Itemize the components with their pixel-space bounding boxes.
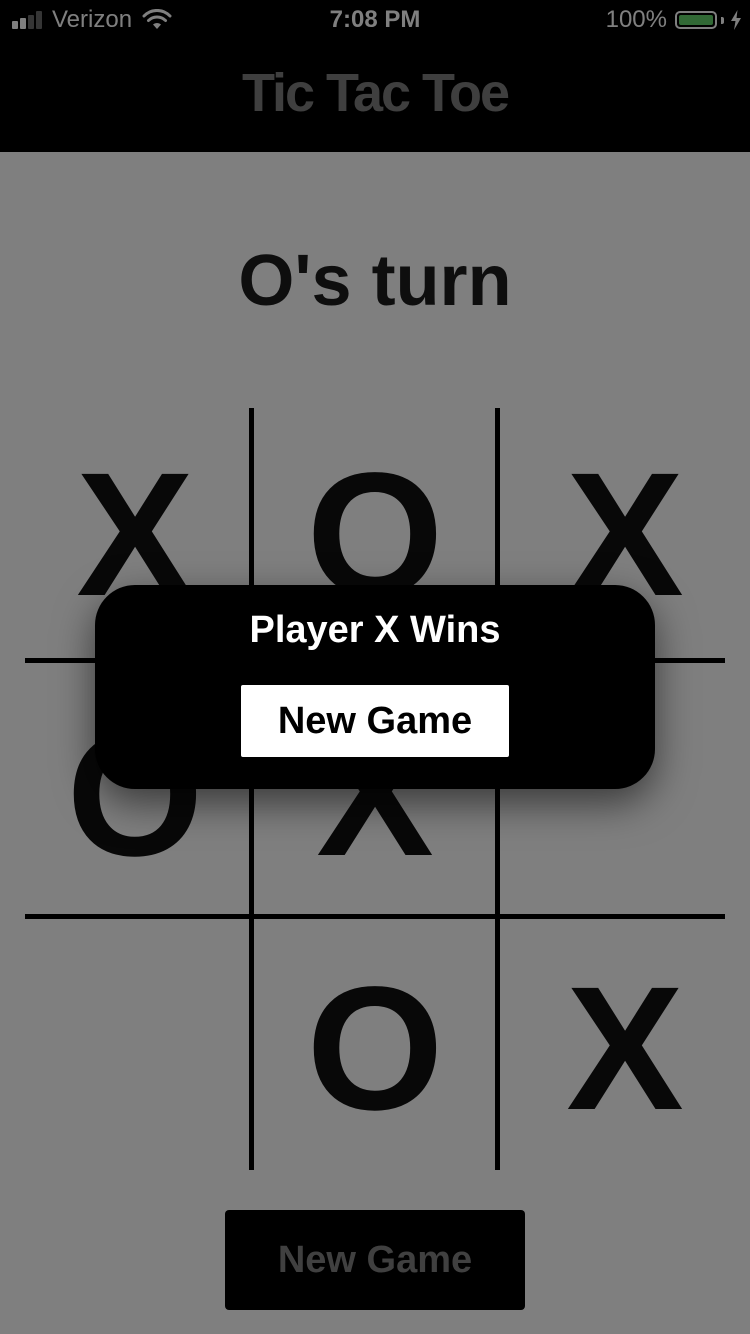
alert-new-game-button[interactable]: New Game: [241, 685, 509, 757]
alert-title: Player X Wins: [249, 609, 501, 651]
winner-alert: Player X Wins New Game: [95, 585, 655, 789]
